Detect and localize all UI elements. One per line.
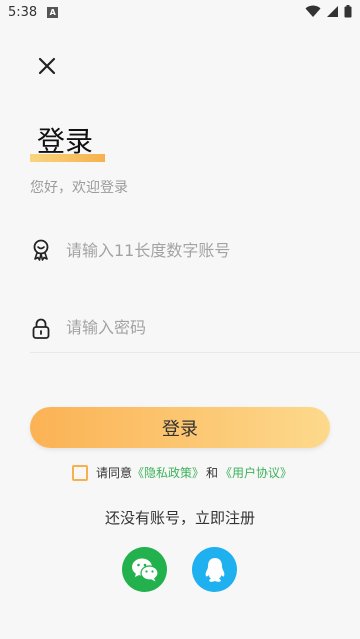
- qq-icon: [205, 557, 224, 582]
- register-link[interactable]: 还没有账号，立即注册: [0, 507, 360, 528]
- signal-icon: [327, 6, 338, 17]
- agreement-and: 和: [206, 466, 219, 480]
- lock-icon: [32, 318, 50, 339]
- agreement-row: 请同意 《隐私政策》 和 《用户协议》: [72, 464, 292, 481]
- agreement-prefix: 请同意: [96, 466, 133, 480]
- user-agreement-link[interactable]: 《用户协议》: [220, 464, 292, 481]
- wifi-icon: [305, 5, 321, 17]
- title-text: 登录: [37, 125, 94, 158]
- page-title: 登录: [30, 118, 110, 164]
- wechat-login-button[interactable]: [122, 547, 167, 592]
- status-time: 5:38: [8, 4, 38, 20]
- battery-icon: [344, 5, 352, 18]
- password-input[interactable]: [66, 318, 326, 337]
- account-field[interactable]: [30, 225, 360, 275]
- login-button[interactable]: 登录: [30, 407, 330, 448]
- notification-icon: A: [47, 6, 59, 18]
- status-bar: 5:38 A: [0, 0, 360, 24]
- agreement-checkbox[interactable]: [72, 464, 88, 481]
- close-icon[interactable]: [36, 55, 58, 77]
- account-input[interactable]: [66, 240, 326, 260]
- privacy-policy-link[interactable]: 《隐私政策》: [132, 464, 204, 481]
- password-field[interactable]: [30, 303, 360, 353]
- wechat-icon: [131, 558, 159, 581]
- status-icons: [305, 5, 352, 18]
- account-icon: [33, 239, 49, 261]
- qq-login-button[interactable]: [192, 547, 237, 592]
- welcome-subtitle: 您好，欢迎登录: [30, 180, 128, 196]
